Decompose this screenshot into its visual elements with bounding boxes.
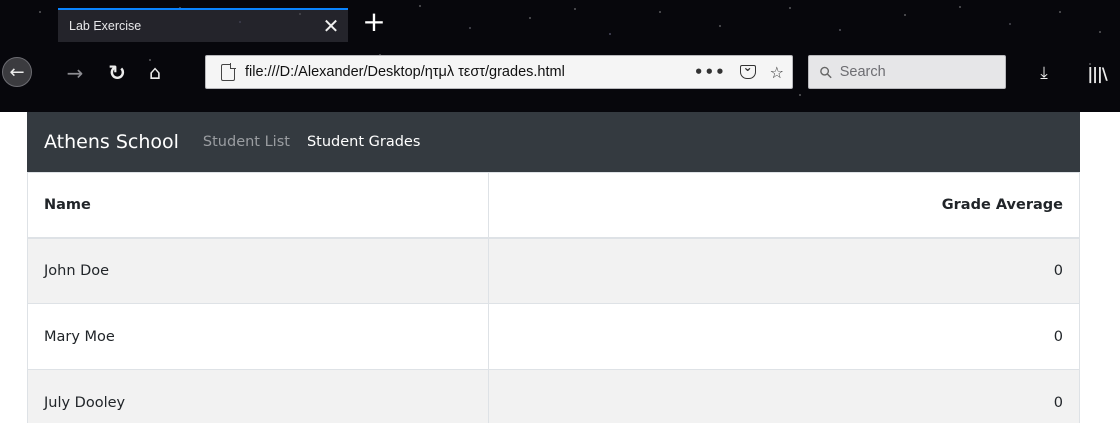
- grade-average-cell: 0: [488, 237, 1080, 304]
- tab-title: Lab Exercise: [69, 19, 142, 33]
- grade-average-cell: 0: [488, 303, 1080, 370]
- column-header-grade-average: Grade Average: [488, 172, 1080, 239]
- site-navbar: Athens School Student List Student Grade…: [27, 112, 1080, 172]
- address-bar[interactable]: file:///D:/Alexander/Desktop/ητμλ τεστ/g…: [205, 55, 793, 89]
- student-name-cell: Mary Moe: [27, 303, 489, 370]
- reload-icon[interactable]: ↻: [104, 57, 130, 89]
- brand-logo-text[interactable]: Athens School: [44, 131, 179, 153]
- column-header-name: Name: [27, 172, 489, 239]
- search-input[interactable]: ⚲ Search: [808, 55, 1006, 89]
- nav-link-student-grades[interactable]: Student Grades: [307, 134, 420, 150]
- star-icon[interactable]: ☆: [770, 63, 784, 82]
- table-row: John Doe 0: [27, 237, 1080, 304]
- home-icon[interactable]: ⌂: [142, 57, 168, 89]
- page-icon: [221, 63, 236, 81]
- more-icon[interactable]: •••: [694, 63, 726, 81]
- close-icon[interactable]: ✕: [318, 16, 344, 36]
- new-tab-button[interactable]: +: [362, 8, 386, 37]
- nav-link-student-list[interactable]: Student List: [203, 134, 290, 150]
- url-text[interactable]: file:///D:/Alexander/Desktop/ητμλ τεστ/g…: [245, 64, 680, 80]
- browser-tab[interactable]: Lab Exercise ✕: [58, 8, 348, 42]
- grades-table: Name Grade Average John Doe 0 Mary Moe 0…: [27, 172, 1080, 423]
- download-icon[interactable]: ⤓: [1031, 57, 1057, 89]
- student-name-cell: July Dooley: [27, 369, 489, 423]
- grade-average-cell: 0: [488, 369, 1080, 423]
- url-actions: ••• ☆: [680, 60, 784, 82]
- pocket-icon[interactable]: [739, 60, 756, 79]
- back-arrow-icon[interactable]: ←: [2, 57, 32, 87]
- library-icon[interactable]: |||\: [1082, 57, 1112, 89]
- browser-toolbar: ← → ↻ ⌂ file:///D:/Alexander/Desktop/ητμ…: [0, 44, 1120, 104]
- table-row: July Dooley 0: [27, 369, 1080, 423]
- search-icon: ⚲: [814, 61, 837, 83]
- search-placeholder: Search: [839, 64, 886, 80]
- table-row: Mary Moe 0: [27, 303, 1080, 370]
- student-name-cell: John Doe: [27, 237, 489, 304]
- table-header-row: Name Grade Average: [27, 172, 1080, 239]
- browser-chrome: Lab Exercise ✕ + ← → ↻ ⌂ file:///D:/Alex…: [0, 0, 1120, 112]
- forward-arrow-icon[interactable]: →: [62, 57, 88, 89]
